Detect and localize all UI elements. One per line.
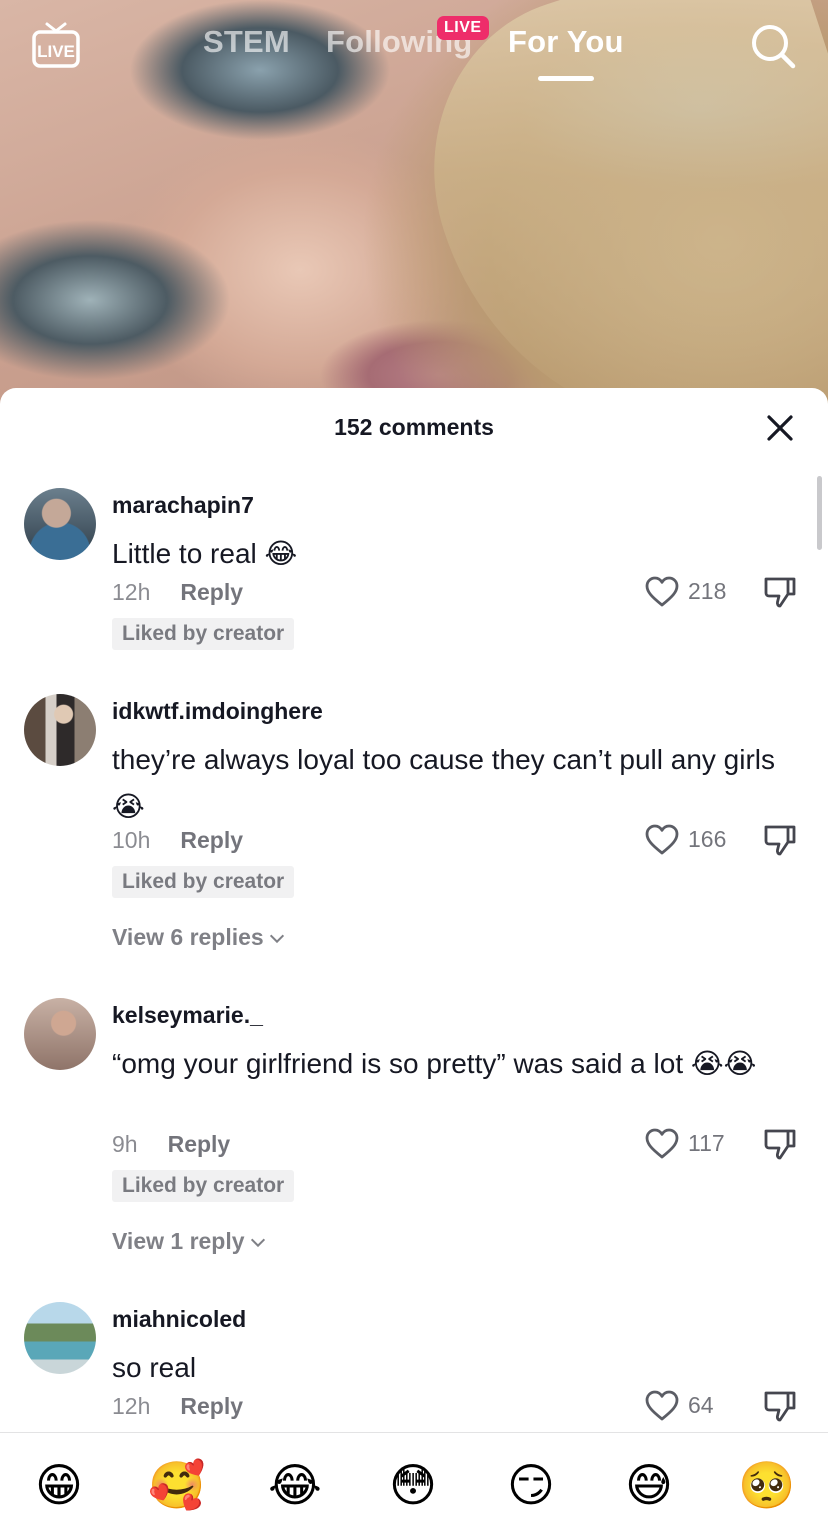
comment-time: 10h [112,827,151,853]
heart-icon [645,1128,679,1159]
liked-by-creator-badge: Liked by creator [112,866,295,898]
view-replies-label: View 1 reply [112,1228,245,1254]
comment-text: Little to real 😂 [112,538,298,569]
reply-button[interactable]: Reply [180,827,243,853]
top-nav: LIVE STEM Following LIVE For You [0,0,828,100]
dislike-icon[interactable] [762,574,798,610]
comment-time: 12h [112,1393,151,1419]
comment-username[interactable]: idkwtf.imdoinghere [112,698,323,725]
avatar[interactable] [24,1302,96,1374]
comment-item: marachapin7 Little to real 😂 12h Reply Li… [0,488,828,658]
like-count: 117 [688,1130,725,1156]
comment-meta: 12h Reply [112,579,243,606]
heart-icon [645,824,679,855]
close-icon[interactable] [764,412,796,444]
emoji-flushed-button[interactable]: 😳 [383,1455,443,1515]
feed-tabs: STEM Following LIVE For You [0,16,828,84]
active-tab-indicator [538,76,594,81]
comments-sheet: 152 comments marachapin7 Little to real … [0,388,828,1539]
dislike-icon[interactable] [762,822,798,858]
emoji-grin-button[interactable]: 😁 [29,1455,89,1515]
search-icon[interactable] [749,22,797,70]
emoji-pleading-button[interactable]: 🥺 [737,1455,797,1515]
comment-time: 12h [112,579,151,605]
reply-button[interactable]: Reply [168,1131,231,1157]
chevron-down-icon [269,928,284,944]
quick-emoji-bar: 😁 🥰 😂 😳 😏 😅 🥺 [0,1432,828,1539]
emoji-tears-of-joy-button[interactable]: 😂 [265,1455,325,1515]
comment-text: so real [112,1352,197,1383]
comment-item: idkwtf.imdoinghere they’re always loyal … [0,694,828,964]
like-count: 218 [688,578,727,604]
view-replies-button[interactable]: View 1 reply [112,1228,265,1255]
comment-item: kelseymarie._ “omg your girlfriend is so… [0,998,828,1268]
comment-text: “omg your girlfriend is so pretty” was s… [112,1048,757,1079]
reply-button[interactable]: Reply [180,579,243,605]
liked-by-creator-badge: Liked by creator [112,1170,295,1202]
chevron-down-icon [250,1232,265,1248]
tab-for-you[interactable]: For You [508,24,624,60]
comment-text: they’re always loyal too cause they can’… [112,744,776,822]
comments-header: 152 comments [0,388,828,468]
dislike-icon[interactable] [762,1126,798,1162]
comment-username[interactable]: kelseymarie._ [112,1002,263,1029]
like-count: 64 [688,1392,714,1418]
comment-username[interactable]: miahnicoled [112,1306,246,1333]
comment-meta: 12h Reply [112,1393,243,1420]
comment-count: 152 comments [334,414,494,440]
emoji-smirk-button[interactable]: 😏 [501,1455,561,1515]
comment-meta: 10h Reply [112,827,243,854]
comment-time: 9h [112,1131,138,1157]
comment-meta: 9h Reply [112,1131,230,1158]
tab-stem[interactable]: STEM [203,24,290,60]
comment-item: miahnicoled so real 12h Reply 64 [0,1302,828,1432]
reply-button[interactable]: Reply [180,1393,243,1419]
dislike-icon[interactable] [762,1388,798,1424]
view-replies-label: View 6 replies [112,924,264,950]
avatar[interactable] [24,998,96,1070]
heart-icon [645,576,679,607]
avatar[interactable] [24,488,96,560]
comment-username[interactable]: marachapin7 [112,492,254,519]
emoji-sweat-smile-button[interactable]: 😅 [619,1455,679,1515]
live-badge: LIVE [437,16,489,40]
view-replies-button[interactable]: View 6 replies [112,924,284,951]
avatar[interactable] [24,694,96,766]
liked-by-creator-badge: Liked by creator [112,618,295,650]
like-count: 166 [688,826,727,852]
heart-icon [645,1390,679,1421]
emoji-hearts-button[interactable]: 🥰 [147,1455,207,1515]
